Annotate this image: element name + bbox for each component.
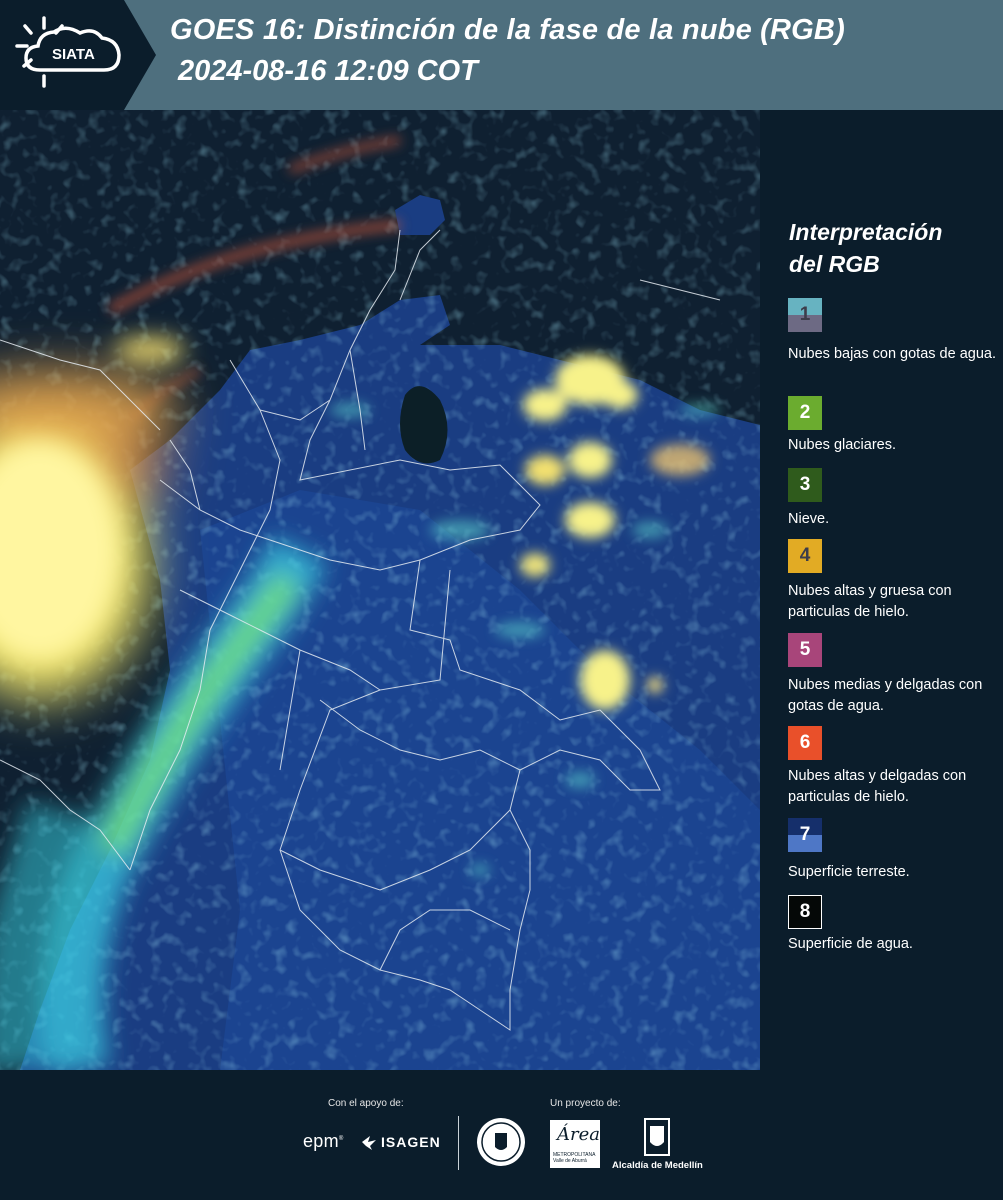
legend-description-8: Superficie de agua. xyxy=(788,936,913,952)
legend-number-8: 8 xyxy=(799,901,811,922)
isagen-logo[interactable]: ISAGEN xyxy=(360,1132,440,1154)
satellite-image xyxy=(0,110,760,1070)
legend-number-3: 3 xyxy=(799,474,811,495)
legend-description-2: Nubes glaciares. xyxy=(788,437,896,453)
page-timestamp: 2024-08-16 12:09 COT xyxy=(178,55,478,87)
legend-description-3: Nieve. xyxy=(788,511,830,527)
legend-panel: Interpretación del RGB 1 Nubes bajas con… xyxy=(760,110,1003,1070)
legend-number-5: 5 xyxy=(799,639,811,660)
epm-logo-text: epm xyxy=(303,1131,339,1151)
legend-number-7: 7 xyxy=(799,824,811,845)
area-logo-subtext: METROPOLITANA Valle de Aburrá xyxy=(553,1152,596,1164)
legend-title: Interpretación del RGB xyxy=(789,216,999,280)
legend-number-1: 1 xyxy=(799,304,811,325)
epm-logo[interactable]: epm® xyxy=(303,1131,344,1152)
area-logo-text: Área xyxy=(557,1124,600,1145)
legend-swatch-6: 6 xyxy=(788,726,822,760)
page-title: GOES 16: Distinción de la fase de la nub… xyxy=(170,14,845,46)
legend-description-7: Superficie terreste. xyxy=(788,864,910,880)
legend-swatch-2: 2 xyxy=(788,396,822,430)
project-label: Un proyecto de: xyxy=(550,1098,621,1109)
legend-description-4: Nubes altas y gruesa con particulas de h… xyxy=(788,583,952,620)
legend-number-2: 2 xyxy=(799,402,811,423)
legend-description-1: Nubes bajas con gotas de agua. xyxy=(788,346,996,362)
seal-logo[interactable] xyxy=(476,1117,526,1167)
footer: Con el apoyo de: Un proyecto de: epm® IS… xyxy=(0,1070,1003,1200)
support-label: Con el apoyo de: xyxy=(328,1098,404,1109)
legend-number-6: 6 xyxy=(799,732,811,753)
area-metropolitana-logo[interactable]: Área METROPOLITANA Valle de Aburrá xyxy=(550,1120,600,1168)
legend-description-6: Nubes altas y delgadas con particulas de… xyxy=(788,768,967,805)
legend-number-4: 4 xyxy=(799,545,811,566)
isagen-mark-icon xyxy=(362,1136,376,1150)
siata-logo[interactable]: SIATA xyxy=(0,0,160,110)
legend-swatch-4: 4 xyxy=(788,539,822,573)
alcaldia-logo-text: Alcaldía de Medellín xyxy=(612,1160,703,1171)
legend-swatch-1: 1 xyxy=(788,298,822,332)
legend-title-line1: Interpretación xyxy=(789,219,943,245)
siata-logo-text: SIATA xyxy=(52,46,95,63)
legend-description-5: Nubes medias y delgadas con gotas de agu… xyxy=(788,677,983,714)
legend-swatch-8: 8 xyxy=(788,895,822,929)
alcaldia-medellin-logo[interactable]: Alcaldía de Medellín xyxy=(612,1118,703,1172)
legend-swatch-5: 5 xyxy=(788,633,822,667)
header-bar: SIATA GOES 16: Distinción de la fase de … xyxy=(0,0,1003,110)
alcaldia-shield-icon xyxy=(644,1118,670,1156)
footer-divider xyxy=(458,1116,459,1170)
legend-swatch-3: 3 xyxy=(788,468,822,502)
legend-title-line2: del RGB xyxy=(789,251,880,277)
isagen-logo-text: ISAGEN xyxy=(381,1134,441,1150)
legend-swatch-7: 7 xyxy=(788,818,822,852)
